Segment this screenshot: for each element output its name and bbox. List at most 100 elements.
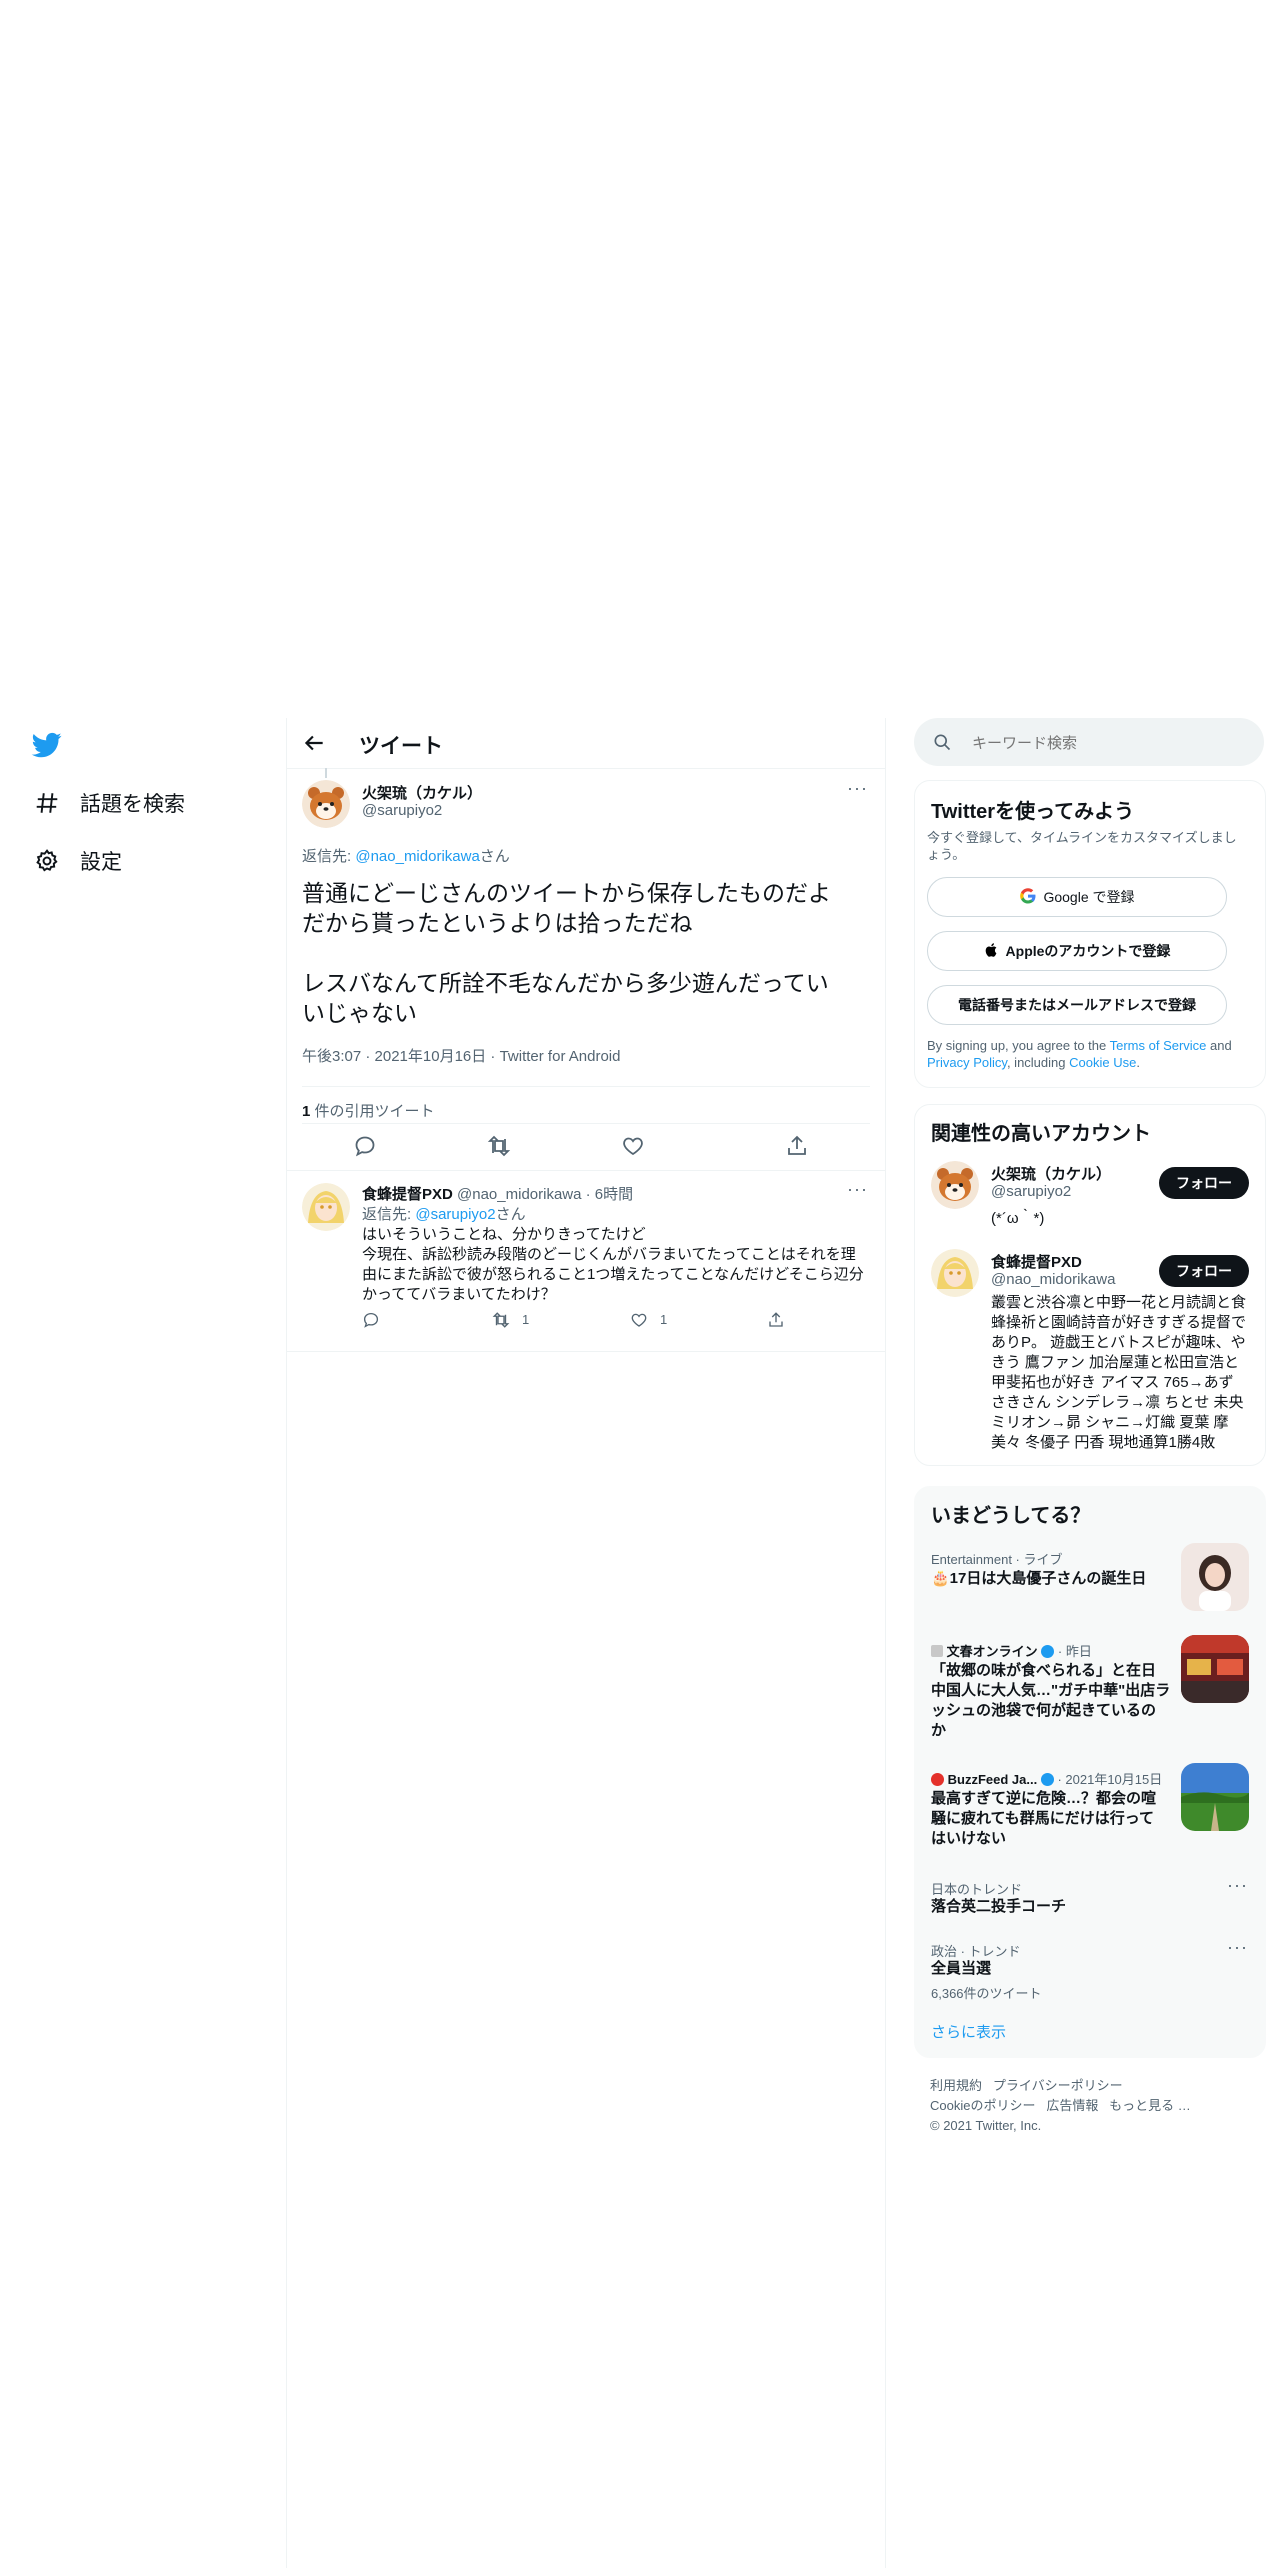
- reply-context: 返信先: @nao_midorikawaさん: [302, 845, 510, 866]
- retweet-icon[interactable]: [492, 1311, 512, 1331]
- trend-item[interactable]: BuzzFeed Ja... · 2021年10月15日 最高すぎて逆に危険…？…: [915, 1763, 1265, 1863]
- trend-source: 文春オンライン: [946, 1644, 1038, 1659]
- reply-icon[interactable]: [353, 1134, 379, 1160]
- trend-title-line: はいけない: [931, 1830, 1007, 1847]
- reply-suffix: さん: [479, 848, 510, 865]
- tweet-text-line: レスバなんて所詮不毛なんだから多少遊んだってい: [302, 970, 829, 996]
- avatar[interactable]: [302, 1183, 350, 1231]
- author-name[interactable]: 火架琉（カケル）: [362, 782, 482, 803]
- back-arrow-icon[interactable]: [301, 730, 327, 756]
- footer-link[interactable]: Cookieのポリシー: [930, 2098, 1035, 2113]
- copyright: © 2021 Twitter, Inc.: [930, 2118, 1042, 2133]
- account-name[interactable]: 食蜂提督PXD: [991, 1251, 1082, 1272]
- trend-title-line: ッシュの池袋で何が起きているの: [931, 1702, 1157, 1719]
- column-header: ツイート: [287, 718, 885, 769]
- more-options-icon[interactable]: ···: [1227, 1875, 1248, 1896]
- thread-line: [325, 768, 327, 778]
- tweet-text-line: 普通にどーじさんのツイートから保存したものだよ: [302, 880, 831, 906]
- signup-legal-text: By signing up, you agree to the Terms of…: [927, 1037, 1252, 1071]
- trend-item[interactable]: 日本のトレンド 落合英二投手コーチ ···: [915, 1875, 1265, 1927]
- tweet-text-line: だから貰ったというよりは拾っただね: [302, 910, 693, 936]
- search-bar[interactable]: [914, 718, 1264, 766]
- nav-item-settings[interactable]: 設定: [32, 836, 122, 886]
- account-handle[interactable]: @nao_midorikawa: [991, 1271, 1115, 1288]
- tweet-time[interactable]: · 6時間: [586, 1186, 634, 1203]
- trend-source: BuzzFeed Ja...: [947, 1772, 1038, 1787]
- tweet-text: はいそういうことね、分かりきってたけど 今現在、訴訟秒読み段階のどーじくんがバラ…: [362, 1225, 877, 1305]
- author-handle[interactable]: @sarupiyo2: [362, 802, 442, 819]
- show-more-link[interactable]: さらに表示: [931, 2021, 1006, 2042]
- footer-link[interactable]: プライバシーポリシー: [993, 2078, 1123, 2093]
- more-options-icon[interactable]: ···: [1227, 1937, 1248, 1958]
- trend-title: 🎂17日は大島優子さんの誕生日: [931, 1570, 1147, 1587]
- account-handle[interactable]: @sarupiyo2: [991, 1183, 1071, 1200]
- author-handle[interactable]: @nao_midorikawa: [457, 1186, 581, 1203]
- google-icon: [1019, 887, 1037, 908]
- gear-icon: [32, 846, 62, 876]
- share-icon[interactable]: [785, 1134, 811, 1160]
- trend-item[interactable]: Entertainment · ライブ 🎂17日は大島優子さんの誕生日: [915, 1543, 1265, 1623]
- reply-to-link[interactable]: @nao_midorikawa: [355, 848, 479, 865]
- reply-icon[interactable]: [362, 1311, 382, 1331]
- trend-item[interactable]: 政治 · トレンド 全員当選 6,366件のツイート ···: [915, 1937, 1265, 2003]
- footer-link[interactable]: 利用規約: [930, 2078, 982, 2093]
- bio-line: きう 鷹ファン 加治屋蓮と松田宣浩と: [991, 1354, 1240, 1371]
- google-signup-button[interactable]: Google で登録: [927, 877, 1227, 917]
- search-input[interactable]: [970, 728, 1244, 758]
- trend-title-line: か: [931, 1722, 947, 1739]
- retweet-icon[interactable]: [487, 1134, 513, 1160]
- phone-email-signup-button[interactable]: 電話番号またはメールアドレスで登録: [927, 985, 1227, 1025]
- avatar[interactable]: [302, 780, 350, 828]
- google-signup-label: Google で登録: [1043, 889, 1135, 905]
- reply-prefix: 返信先:: [302, 848, 356, 865]
- terms-link[interactable]: Terms of Service: [1110, 1038, 1207, 1053]
- privacy-link[interactable]: Privacy Policy: [927, 1055, 1007, 1070]
- footer-link[interactable]: 広告情報: [1046, 2098, 1098, 2113]
- like-icon[interactable]: [621, 1134, 647, 1160]
- account-name[interactable]: 火架琉（カケル）: [991, 1163, 1111, 1184]
- apple-signup-label: Appleのアカウントで登録: [1005, 943, 1171, 959]
- hash-icon: [32, 788, 62, 818]
- quote-tweets-link[interactable]: 1 件の引用ツイート: [302, 1086, 435, 1138]
- tweet-text-line: はいそういうことね、分かりきってたけど: [362, 1226, 646, 1243]
- apple-signup-button[interactable]: Appleのアカウントで登録: [927, 931, 1227, 971]
- account-bio: (*´ω｀*): [991, 1210, 1045, 1227]
- twitter-logo-icon[interactable]: [30, 730, 64, 760]
- trends-card: いまどうしてる？ Entertainment · ライブ 🎂17日は大島優子さん…: [914, 1486, 1266, 2058]
- avatar[interactable]: [931, 1249, 979, 1297]
- bio-line: 叢雲と渋谷凛と中野一花と月読調と食: [991, 1294, 1247, 1311]
- tweet-detail-column: ツイート 火架琉（カケル） @sarupiyo2 ··· 返信先: @nao_m…: [286, 718, 886, 2568]
- trend-title: 「故郷の味が食べられる」と在日 中国人に大人気…"ガチ中華"出店ラ ッシュの池袋…: [931, 1661, 1171, 1741]
- like-icon[interactable]: [630, 1311, 650, 1331]
- cookie-link[interactable]: Cookie Use: [1069, 1055, 1136, 1070]
- avatar[interactable]: [931, 1161, 979, 1209]
- trend-meta: 政治 · トレンド: [931, 1944, 1021, 1959]
- reply-to-link[interactable]: @sarupiyo2: [415, 1206, 495, 1223]
- legal-text: .: [1136, 1055, 1140, 1070]
- trend-title: 全員当選: [931, 1960, 992, 1977]
- account-row[interactable]: 食蜂提督PXD @nao_midorikawa フォロー 叢雲と渋谷凛と中野一花…: [915, 1249, 1265, 1459]
- trend-item[interactable]: 文春オンライン · 昨日 「故郷の味が食べられる」と在日 中国人に大人気…"ガチ…: [915, 1635, 1265, 1751]
- follow-button[interactable]: フォロー: [1159, 1167, 1249, 1199]
- nav-item-explore[interactable]: 話題を検索: [32, 778, 185, 828]
- more-options-icon[interactable]: ···: [847, 1179, 868, 1200]
- trend-meta: 日本のトレンド: [931, 1882, 1023, 1897]
- nav-item-label: 設定: [80, 851, 122, 874]
- author-name[interactable]: 食蜂提督PXD: [362, 1186, 453, 1203]
- page-title: ツイート: [359, 735, 443, 758]
- footer-link[interactable]: もっと見る …: [1109, 2098, 1191, 2113]
- reply-author-row: 食蜂提督PXD @nao_midorikawa · 6時間: [362, 1183, 633, 1204]
- reply-tweet[interactable]: 食蜂提督PXD @nao_midorikawa · 6時間 ··· 返信先: @…: [287, 1171, 885, 1352]
- share-icon[interactable]: [767, 1311, 787, 1331]
- trend-meta: · 昨日: [1057, 1644, 1092, 1659]
- reply-context: 返信先: @sarupiyo2さん: [362, 1203, 526, 1224]
- trend-meta: · 2021年10月15日: [1057, 1772, 1163, 1787]
- account-row[interactable]: 火架琉（カケル） @sarupiyo2 (*´ω｀*) フォロー: [915, 1161, 1265, 1241]
- trend-title-line: 最高すぎて逆に危険…？都会の喧: [931, 1790, 1157, 1807]
- tweet-timestamp[interactable]: 午後3:07 · 2021年10月16日 · Twitter for Andro…: [302, 1045, 620, 1066]
- footer-row: 利用規約 プライバシーポリシー: [930, 2076, 1250, 2096]
- follow-button[interactable]: フォロー: [1159, 1255, 1249, 1287]
- more-options-icon[interactable]: ···: [847, 778, 868, 799]
- trend-title-line: 騒に疲れても群馬にだけは行って: [931, 1810, 1155, 1827]
- retweet-count: 1: [522, 1312, 530, 1327]
